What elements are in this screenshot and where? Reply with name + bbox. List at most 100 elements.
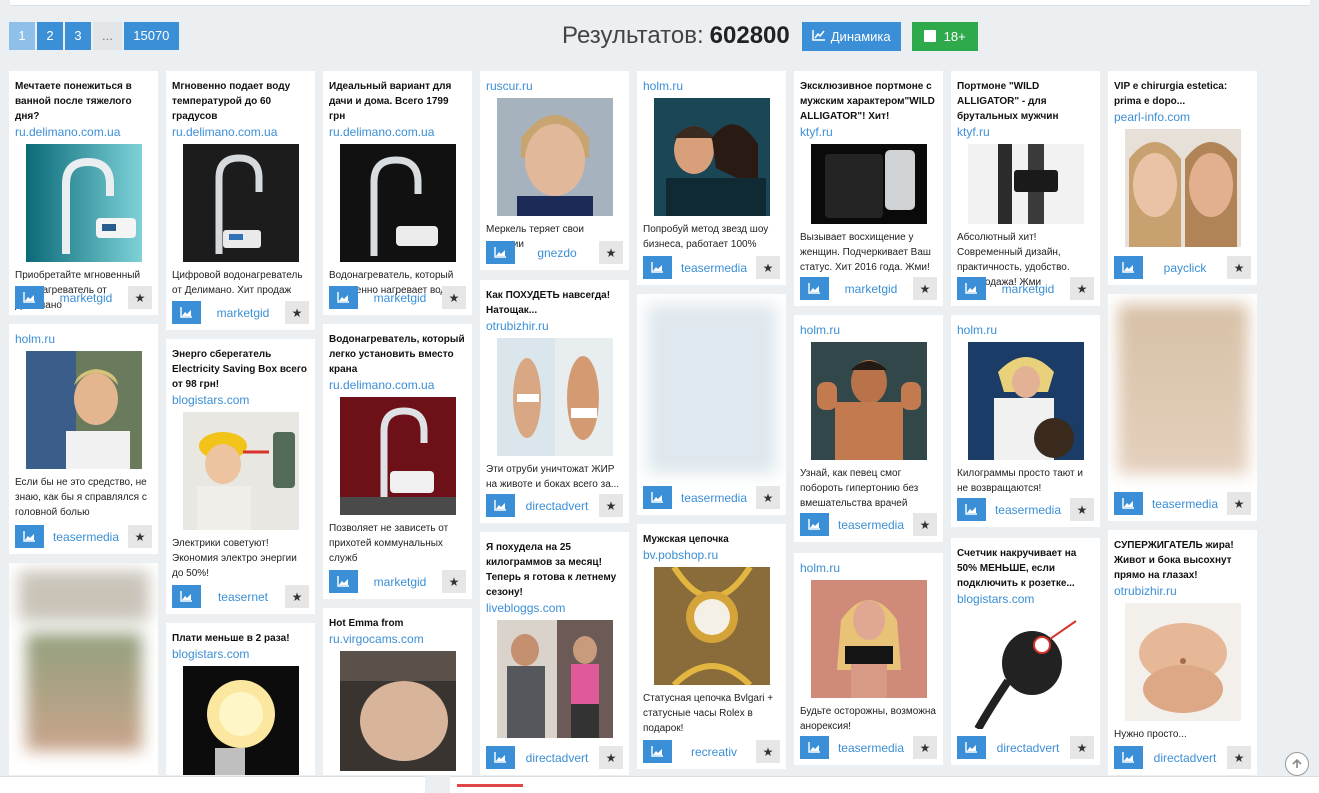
ad-card[interactable]: СУПЕРЖИГАТЕЛЬ жира! Живот и бока высохну…	[1108, 530, 1257, 775]
ad-network-link[interactable]: teasermedia	[44, 530, 128, 544]
ad-domain-link[interactable]: bv.pobshop.ru	[643, 548, 780, 562]
area-chart-icon[interactable]	[800, 513, 829, 536]
ad-domain-link[interactable]: ru.delimano.com.ua	[15, 125, 152, 139]
area-chart-icon[interactable]	[800, 736, 829, 759]
ad-image-bikini[interactable]	[496, 338, 613, 456]
star-icon[interactable]: ★	[442, 570, 466, 593]
ad-domain-link[interactable]: ktyf.ru	[800, 125, 937, 139]
ad-card[interactable]: holm.ru Узнай, как певец смог побороть г…	[794, 315, 943, 542]
ad-card[interactable]: Как ПОХУДЕТЬ навсегда! Натощак... otrubi…	[480, 280, 629, 523]
area-chart-icon[interactable]	[15, 286, 44, 309]
ad-network-link[interactable]: marketgid	[829, 282, 913, 296]
ad-card[interactable]: Я похудела на 25 килограммов за месяц! Т…	[480, 532, 629, 775]
ad-image-webcam[interactable]	[339, 651, 456, 771]
star-icon[interactable]: ★	[756, 256, 780, 279]
ad-network-link[interactable]: marketgid	[358, 575, 442, 589]
area-chart-icon[interactable]	[643, 486, 672, 509]
ad-card[interactable]: Счетчик накручивает на 50% МЕНЬШЕ, если …	[951, 538, 1100, 765]
area-chart-icon[interactable]	[1114, 256, 1143, 279]
ad-card[interactable]: Плати меньше в 2 раза! blogistars.com	[166, 623, 315, 775]
ad-network-link[interactable]: payclick	[1143, 261, 1227, 275]
star-icon[interactable]: ★	[1227, 492, 1251, 515]
ad-image-portrait[interactable]	[496, 98, 613, 216]
ad-domain-link[interactable]: ru.delimano.com.ua	[329, 125, 466, 139]
star-icon[interactable]: ★	[128, 286, 152, 309]
ad-image-singer[interactable]	[810, 342, 927, 460]
ad-card-blurred[interactable]	[9, 563, 158, 775]
ad-image-faucet[interactable]	[339, 397, 456, 515]
ad-network-link[interactable]: directadvert	[515, 751, 599, 765]
ad-card[interactable]: holm.ru Если бы не это средство, не знаю…	[9, 324, 158, 554]
page-last-button[interactable]: 15070	[123, 22, 179, 50]
ad-card[interactable]: Энерго сберегатель Electricity Saving Bo…	[166, 339, 315, 614]
ad-image-portrait[interactable]	[25, 351, 142, 469]
ad-card[interactable]: holm.ru Будьте осторожны, возможна аноре…	[794, 553, 943, 765]
ad-card[interactable]: Портмоне "WILD ALLIGATOR" - для брутальн…	[951, 71, 1100, 306]
star-icon[interactable]: ★	[599, 746, 623, 769]
ad-network-link[interactable]: directadvert	[1143, 751, 1227, 765]
area-chart-icon[interactable]	[643, 256, 672, 279]
ad-image-lightbulb[interactable]	[182, 666, 299, 775]
ad-card-blurred[interactable]: teasermedia ★	[1108, 294, 1257, 521]
ad-image-wallet[interactable]	[810, 144, 927, 224]
ad-card[interactable]: Идеальный вариант для дачи и дома. Всего…	[323, 71, 472, 315]
area-chart-icon[interactable]	[329, 286, 358, 309]
ad-domain-link[interactable]: holm.ru	[15, 332, 152, 346]
star-icon[interactable]: ★	[599, 241, 623, 264]
ad-network-link[interactable]: teasermedia	[672, 261, 756, 275]
ad-network-link[interactable]: marketgid	[986, 282, 1070, 296]
ad-image-wallet-model[interactable]	[967, 144, 1084, 224]
ad-image-before-after-faces[interactable]	[1124, 129, 1241, 247]
ad-image-celebrities[interactable]	[653, 98, 770, 216]
ad-network-link[interactable]: teasermedia	[829, 741, 913, 755]
ad-network-link[interactable]: marketgid	[201, 306, 285, 320]
area-chart-icon[interactable]	[1114, 492, 1143, 515]
ad-network-link[interactable]: teasermedia	[829, 518, 913, 532]
ad-network-link[interactable]: marketgid	[358, 291, 442, 305]
ad-domain-link[interactable]: otrubizhir.ru	[1114, 584, 1251, 598]
area-chart-icon[interactable]	[15, 525, 44, 548]
ad-domain-link[interactable]: livebloggs.com	[486, 601, 623, 615]
area-chart-icon[interactable]	[172, 585, 201, 608]
adult-filter-toggle[interactable]: 18+	[911, 21, 978, 51]
star-icon[interactable]: ★	[285, 585, 309, 608]
ad-domain-link[interactable]: ktyf.ru	[957, 125, 1094, 139]
star-icon[interactable]: ★	[442, 286, 466, 309]
ad-domain-link[interactable]: blogistars.com	[172, 647, 309, 661]
star-icon[interactable]: ★	[285, 301, 309, 324]
area-chart-icon[interactable]	[329, 570, 358, 593]
ad-domain-link[interactable]: holm.ru	[800, 323, 937, 337]
ad-domain-link[interactable]: holm.ru	[800, 561, 937, 575]
ad-image-electrician[interactable]	[182, 412, 299, 530]
ad-image-gold-watch[interactable]	[653, 567, 770, 685]
area-chart-icon[interactable]	[172, 301, 201, 324]
area-chart-icon[interactable]	[486, 746, 515, 769]
ad-domain-link[interactable]: ru.delimano.com.ua	[172, 125, 309, 139]
ad-domain-link[interactable]: blogistars.com	[957, 592, 1094, 606]
page-3-button[interactable]: 3	[65, 22, 91, 50]
ad-image-before-after[interactable]	[496, 620, 613, 738]
ad-image-faucet[interactable]	[182, 144, 299, 262]
scroll-indicator[interactable]	[457, 784, 523, 787]
ad-domain-link[interactable]: blogistars.com	[172, 393, 309, 407]
ad-domain-link[interactable]: otrubizhir.ru	[486, 319, 623, 333]
ad-domain-link[interactable]: ru.virgocams.com	[329, 632, 466, 646]
ad-card[interactable]: Мужская цепочка bv.pobshop.ru Статусная …	[637, 524, 786, 769]
area-chart-icon[interactable]	[486, 494, 515, 517]
ad-image-plug[interactable]	[967, 611, 1084, 729]
ad-card[interactable]: Водонагреватель, который легко установит…	[323, 324, 472, 599]
ad-network-link[interactable]: directadvert	[515, 499, 599, 513]
area-chart-icon[interactable]	[957, 498, 986, 521]
ad-image-belly[interactable]	[1124, 603, 1241, 721]
star-icon[interactable]: ★	[1227, 746, 1251, 769]
star-icon[interactable]: ★	[913, 736, 937, 759]
ad-network-link[interactable]: directadvert	[986, 741, 1070, 755]
horizontal-scrollbar[interactable]	[450, 776, 1319, 793]
ad-network-link[interactable]: gnezdo	[515, 246, 599, 260]
ad-domain-link[interactable]: pearl-info.com	[1114, 110, 1251, 124]
area-chart-icon[interactable]	[486, 241, 515, 264]
area-chart-icon[interactable]	[800, 277, 829, 300]
ad-network-link[interactable]: marketgid	[44, 291, 128, 305]
star-icon[interactable]: ★	[1227, 256, 1251, 279]
ad-network-link[interactable]: teasernet	[201, 590, 285, 604]
